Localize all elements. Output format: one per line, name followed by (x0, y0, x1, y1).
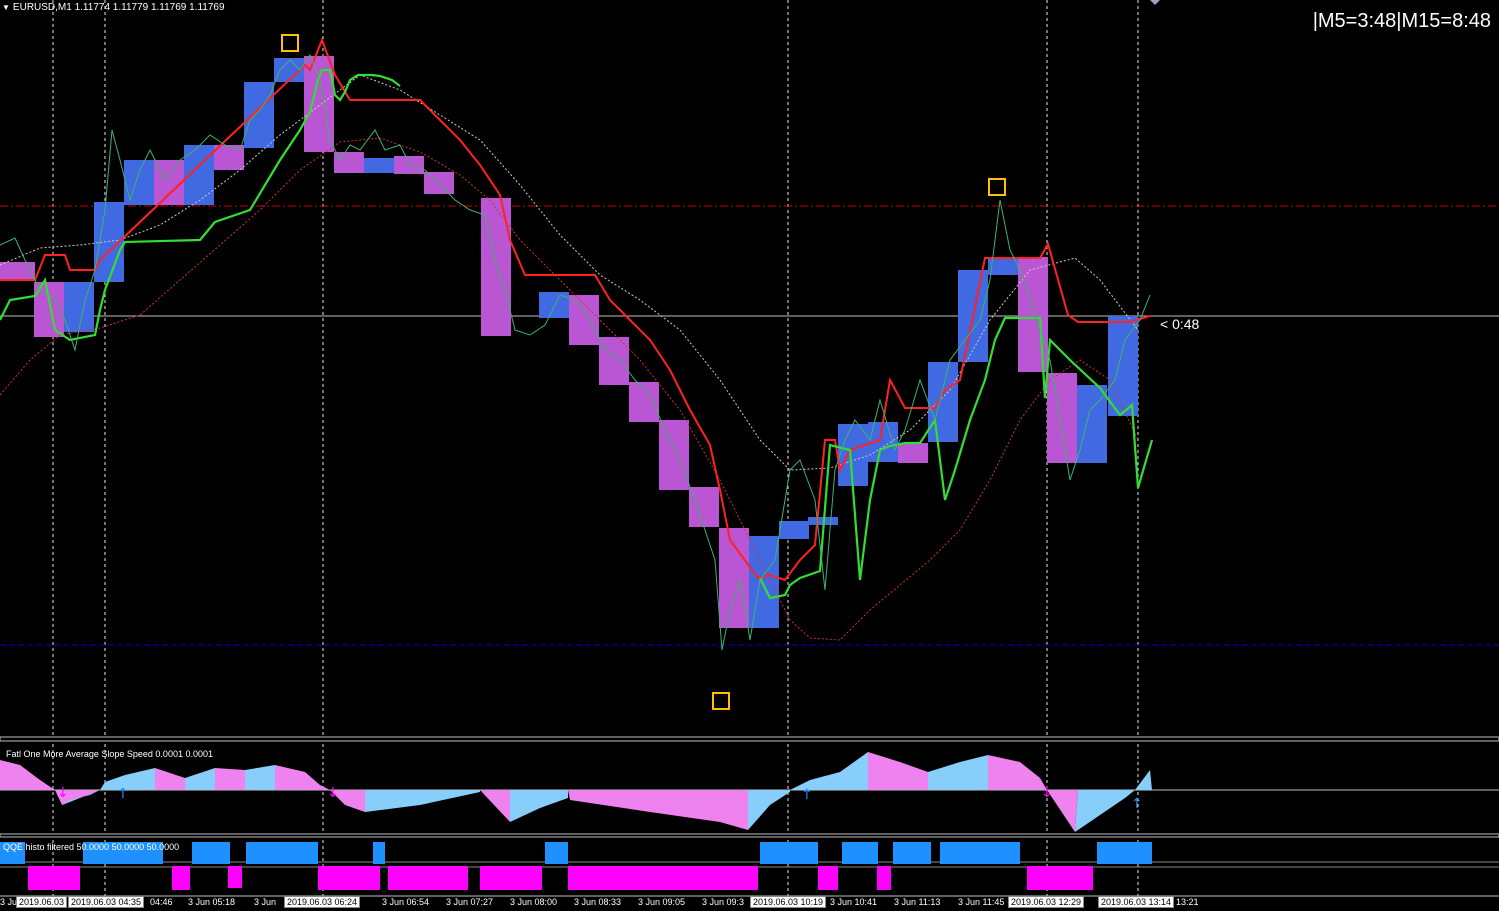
time-tick: 3 Jun 08:00 (510, 897, 558, 907)
time-tick: 3 Jun 08:33 (574, 897, 622, 907)
indicator-1-label: Fatl One More Average Slope Speed 0.0001… (6, 749, 213, 759)
down-arrow-icon: ↓ (1041, 785, 1053, 801)
time-tick: 3 Jun 11:13 (894, 897, 941, 907)
time-tick: 13:21 (1176, 897, 1199, 907)
timeframe-timers: |M5=3:48|M15=8:48 (1312, 10, 1491, 32)
time-tick: 2019.06.03 (16, 896, 68, 908)
down-arrow-icon: ↓ (327, 785, 339, 801)
dropdown-arrow-icon[interactable]: ▼ (2, 3, 10, 12)
indicator-2-label: QQE histo filtered 50.0000 50.0000 50.00… (3, 842, 180, 852)
main-chart[interactable]: ↓ ↑ ↓ ↑ ↓ ↑ (0, 0, 1499, 911)
pane-divider-1[interactable] (0, 736, 1499, 742)
time-tick: 3 Jun 09:05 (638, 897, 686, 907)
signal-box-bottom[interactable] (712, 692, 730, 710)
symbol-info-label: ▼ EURUSD,M1 1.11774 1.11779 1.11769 1.117… (2, 2, 225, 13)
signal-markers[interactable] (281, 34, 1006, 710)
up-arrow-icon: ↑ (117, 786, 129, 802)
time-tick: 2019.06.03 13:14 (1098, 896, 1175, 908)
time-tick: 2019.06.03 06:24 (284, 896, 361, 908)
time-tick: 3 Jun 05:18 (188, 897, 236, 907)
pane-divider-2[interactable] (0, 833, 1499, 838)
time-tick: 2019.06.03 04:35 (68, 896, 145, 908)
time-tick: 2019.06.03 10:19 (750, 896, 827, 908)
down-arrow-icon: ↓ (57, 785, 69, 801)
up-arrow-icon: ↑ (1131, 796, 1143, 812)
time-tick: 04:46 (150, 897, 173, 907)
ma-dotted-red (0, 137, 1139, 641)
time-tick: 3 Jun 11:45 (958, 897, 1005, 907)
chart-shift-icon[interactable] (1150, 0, 1160, 5)
signal-box-top-1[interactable] (281, 34, 299, 52)
time-tick: 3 Jun 07:27 (446, 897, 494, 907)
time-tick: 2019.06.03 12:29 (1008, 896, 1085, 908)
indicator-2-histogram (0, 842, 1499, 890)
up-arrow-icon: ↑ (801, 787, 813, 803)
bar-countdown: < 0:48 (1160, 316, 1200, 332)
time-tick: 3 Jun (254, 897, 277, 907)
indicator-1-histogram (0, 752, 1499, 832)
time-axis[interactable]: 3 Jun 2019.06.03 2019.06.03 04:35 04:46 … (0, 896, 1499, 911)
time-tick: 3 Jun 06:54 (382, 897, 430, 907)
time-tick: 3 Jun 09:3 (702, 897, 745, 907)
signal-box-top-2[interactable] (988, 178, 1006, 196)
time-tick: 3 Jun 10:41 (830, 897, 878, 907)
